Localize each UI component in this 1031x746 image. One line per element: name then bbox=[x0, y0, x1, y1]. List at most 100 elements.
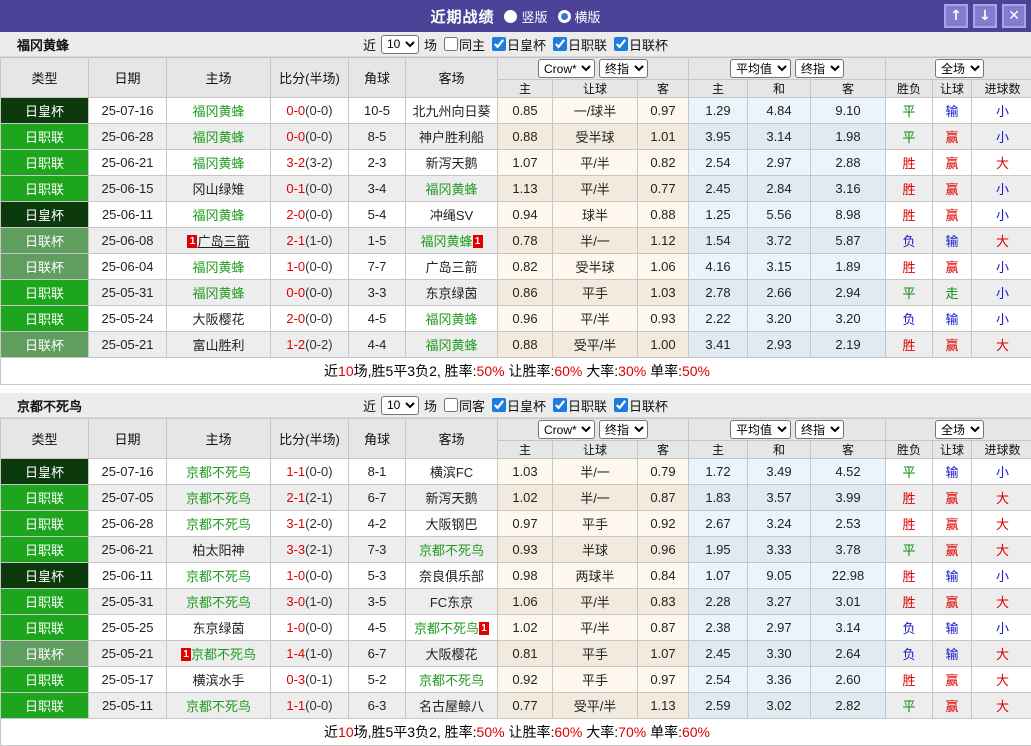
away-team-link[interactable]: 大阪樱花 bbox=[425, 647, 477, 662]
home-team-link[interactable]: 福冈黄蜂 bbox=[192, 156, 244, 171]
home-team-link[interactable]: 京都不死鸟 bbox=[186, 465, 251, 480]
away-team-link[interactable]: 奈良俱乐部 bbox=[419, 569, 484, 584]
away-team-link[interactable]: 大阪钢巴 bbox=[425, 517, 477, 532]
cup-league[interactable]: 日联杯 bbox=[610, 35, 668, 54]
layout-radio-vertical[interactable]: 竖版 bbox=[504, 7, 547, 26]
cup-league-checkbox[interactable] bbox=[614, 37, 628, 51]
home-team-link[interactable]: 京都不死鸟 bbox=[186, 595, 251, 610]
away-team-link[interactable]: 福冈黄蜂 bbox=[425, 182, 477, 197]
odds-final-select[interactable]: 终指 bbox=[599, 420, 648, 439]
away-team-link[interactable]: 福冈黄蜂 bbox=[425, 312, 477, 327]
move-down-button[interactable]: ↓ bbox=[973, 4, 997, 28]
scope-select[interactable]: 全场 bbox=[935, 59, 984, 78]
crow-away-odds: 0.83 bbox=[638, 589, 689, 615]
home-team-link[interactable]: 京都不死鸟 bbox=[186, 517, 251, 532]
crow-company-select[interactable]: Crow* bbox=[538, 59, 595, 78]
avg-company-select[interactable]: 平均值 bbox=[730, 59, 791, 78]
cup-j1-label: 日职联 bbox=[568, 396, 607, 415]
home-team-link[interactable]: 富山胜利 bbox=[192, 338, 244, 353]
avg-draw-odds: 3.33 bbox=[748, 537, 811, 563]
away-team-link[interactable]: 京都不死鸟 bbox=[419, 543, 484, 558]
match-count-select[interactable]: 10 bbox=[381, 35, 419, 54]
cup-league-checkbox[interactable] bbox=[614, 398, 628, 412]
home-team-link[interactable]: 福冈黄蜂 bbox=[192, 130, 244, 145]
avg-home-odds: 1.83 bbox=[689, 485, 748, 511]
home-team-link[interactable]: 大阪樱花 bbox=[192, 312, 244, 327]
handicap-result: 赢 bbox=[933, 254, 972, 280]
home-team-link[interactable]: 京都不死鸟 bbox=[186, 491, 251, 506]
odds-final-select[interactable]: 终指 bbox=[599, 59, 648, 78]
crow-company-select[interactable]: Crow* bbox=[538, 420, 595, 439]
cup-j1-checkbox[interactable] bbox=[553, 398, 567, 412]
match-row: 日职联25-05-24大阪樱花2-0(0-0)4-5福冈黄蜂0.96平/半0.9… bbox=[1, 306, 1031, 332]
avg-company-select[interactable]: 平均值 bbox=[730, 420, 791, 439]
cup-j1[interactable]: 日职联 bbox=[549, 396, 607, 415]
close-button[interactable]: ✕ bbox=[1002, 4, 1026, 28]
crow-away-odds: 0.88 bbox=[638, 202, 689, 228]
away-team-link[interactable]: 新泻天鹅 bbox=[425, 491, 477, 506]
away-team-link[interactable]: 广岛三箭 bbox=[425, 260, 477, 275]
home-team-link[interactable]: 横滨水手 bbox=[192, 673, 244, 688]
same-venue[interactable]: 同客 bbox=[440, 396, 485, 415]
same-venue-checkbox[interactable] bbox=[444, 398, 458, 412]
away-team-link[interactable]: 新泻天鹅 bbox=[425, 156, 477, 171]
layout-radio-horizontal[interactable]: 横版 bbox=[558, 7, 601, 26]
home-team-link[interactable]: 广岛三箭 bbox=[197, 234, 249, 249]
same-venue[interactable]: 同主 bbox=[440, 35, 485, 54]
match-date-cell: 25-05-24 bbox=[89, 306, 167, 332]
away-team-link[interactable]: 横滨FC bbox=[430, 465, 473, 480]
summary-label: 大率: bbox=[582, 724, 618, 740]
cup-emperor-checkbox[interactable] bbox=[492, 37, 506, 51]
match-row: 日联杯25-05-21富山胜利1-2(0-2)4-4福冈黄蜂0.88受平/半1.… bbox=[1, 332, 1031, 358]
home-team-link[interactable]: 东京绿茵 bbox=[192, 621, 244, 636]
corners-cell: 3-3 bbox=[349, 280, 406, 306]
half-time-score: (1-0) bbox=[305, 233, 332, 248]
away-team-link[interactable]: FC东京 bbox=[430, 595, 473, 610]
away-team-cell-content: 大阪钢巴 bbox=[425, 517, 477, 532]
away-team-link[interactable]: 冲绳SV bbox=[430, 208, 473, 223]
cup-emperor-checkbox[interactable] bbox=[492, 398, 506, 412]
home-team-link[interactable]: 京都不死鸟 bbox=[186, 569, 251, 584]
move-up-button[interactable]: ↑ bbox=[944, 4, 968, 28]
home-team-link[interactable]: 京都不死鸟 bbox=[191, 647, 256, 662]
home-team-link[interactable]: 柏太阳神 bbox=[192, 543, 244, 558]
crow-home-odds: 0.96 bbox=[498, 306, 553, 332]
home-team-link[interactable]: 福冈黄蜂 bbox=[192, 260, 244, 275]
avg-final-select[interactable]: 终指 bbox=[795, 59, 844, 78]
away-team-link[interactable]: 东京绿茵 bbox=[425, 286, 477, 301]
home-team-link[interactable]: 冈山绿雉 bbox=[192, 182, 244, 197]
away-team-link[interactable]: 名古屋鲸八 bbox=[419, 699, 484, 714]
radio-selected-icon[interactable] bbox=[504, 10, 517, 23]
crow-away-odds: 0.92 bbox=[638, 511, 689, 537]
match-count-select[interactable]: 10 bbox=[381, 396, 419, 415]
score-cell: 2-0(0-0) bbox=[271, 202, 349, 228]
cup-j1[interactable]: 日职联 bbox=[549, 35, 607, 54]
away-team-link[interactable]: 神户胜利船 bbox=[419, 130, 484, 145]
away-team-link[interactable]: 福冈黄蜂 bbox=[425, 338, 477, 353]
col-header-4: 角球 bbox=[349, 58, 406, 98]
crow-handicap: 半/一 bbox=[553, 459, 638, 485]
home-team-link[interactable]: 福冈黄蜂 bbox=[192, 286, 244, 301]
home-team-link[interactable]: 京都不死鸟 bbox=[186, 699, 251, 714]
crow-handicap: 平手 bbox=[553, 280, 638, 306]
cup-emperor[interactable]: 日皇杯 bbox=[488, 396, 546, 415]
summary-value: 70% bbox=[618, 724, 646, 740]
away-team-link[interactable]: 京都不死鸟 bbox=[414, 621, 479, 636]
away-team-link[interactable]: 京都不死鸟 bbox=[419, 673, 484, 688]
avg-final-select[interactable]: 终指 bbox=[795, 420, 844, 439]
corners-cell: 5-4 bbox=[349, 202, 406, 228]
avg-away-odds: 3.16 bbox=[811, 176, 886, 202]
same-venue-checkbox[interactable] bbox=[444, 37, 458, 51]
radio-unselected-icon[interactable] bbox=[558, 10, 571, 23]
home-team-link[interactable]: 福冈黄蜂 bbox=[192, 208, 244, 223]
away-team-link[interactable]: 北九州向日葵 bbox=[412, 104, 490, 119]
home-team-link[interactable]: 福冈黄蜂 bbox=[192, 104, 244, 119]
avg-home-odds: 2.22 bbox=[689, 306, 748, 332]
away-team-link[interactable]: 福冈黄蜂 bbox=[420, 234, 472, 249]
cup-league[interactable]: 日联杯 bbox=[610, 396, 668, 415]
match-type-cell: 日职联 bbox=[1, 693, 89, 719]
cup-j1-checkbox[interactable] bbox=[553, 37, 567, 51]
scope-select[interactable]: 全场 bbox=[935, 420, 984, 439]
cup-emperor[interactable]: 日皇杯 bbox=[488, 35, 546, 54]
away-team-cell-content: 大阪樱花 bbox=[425, 647, 477, 662]
